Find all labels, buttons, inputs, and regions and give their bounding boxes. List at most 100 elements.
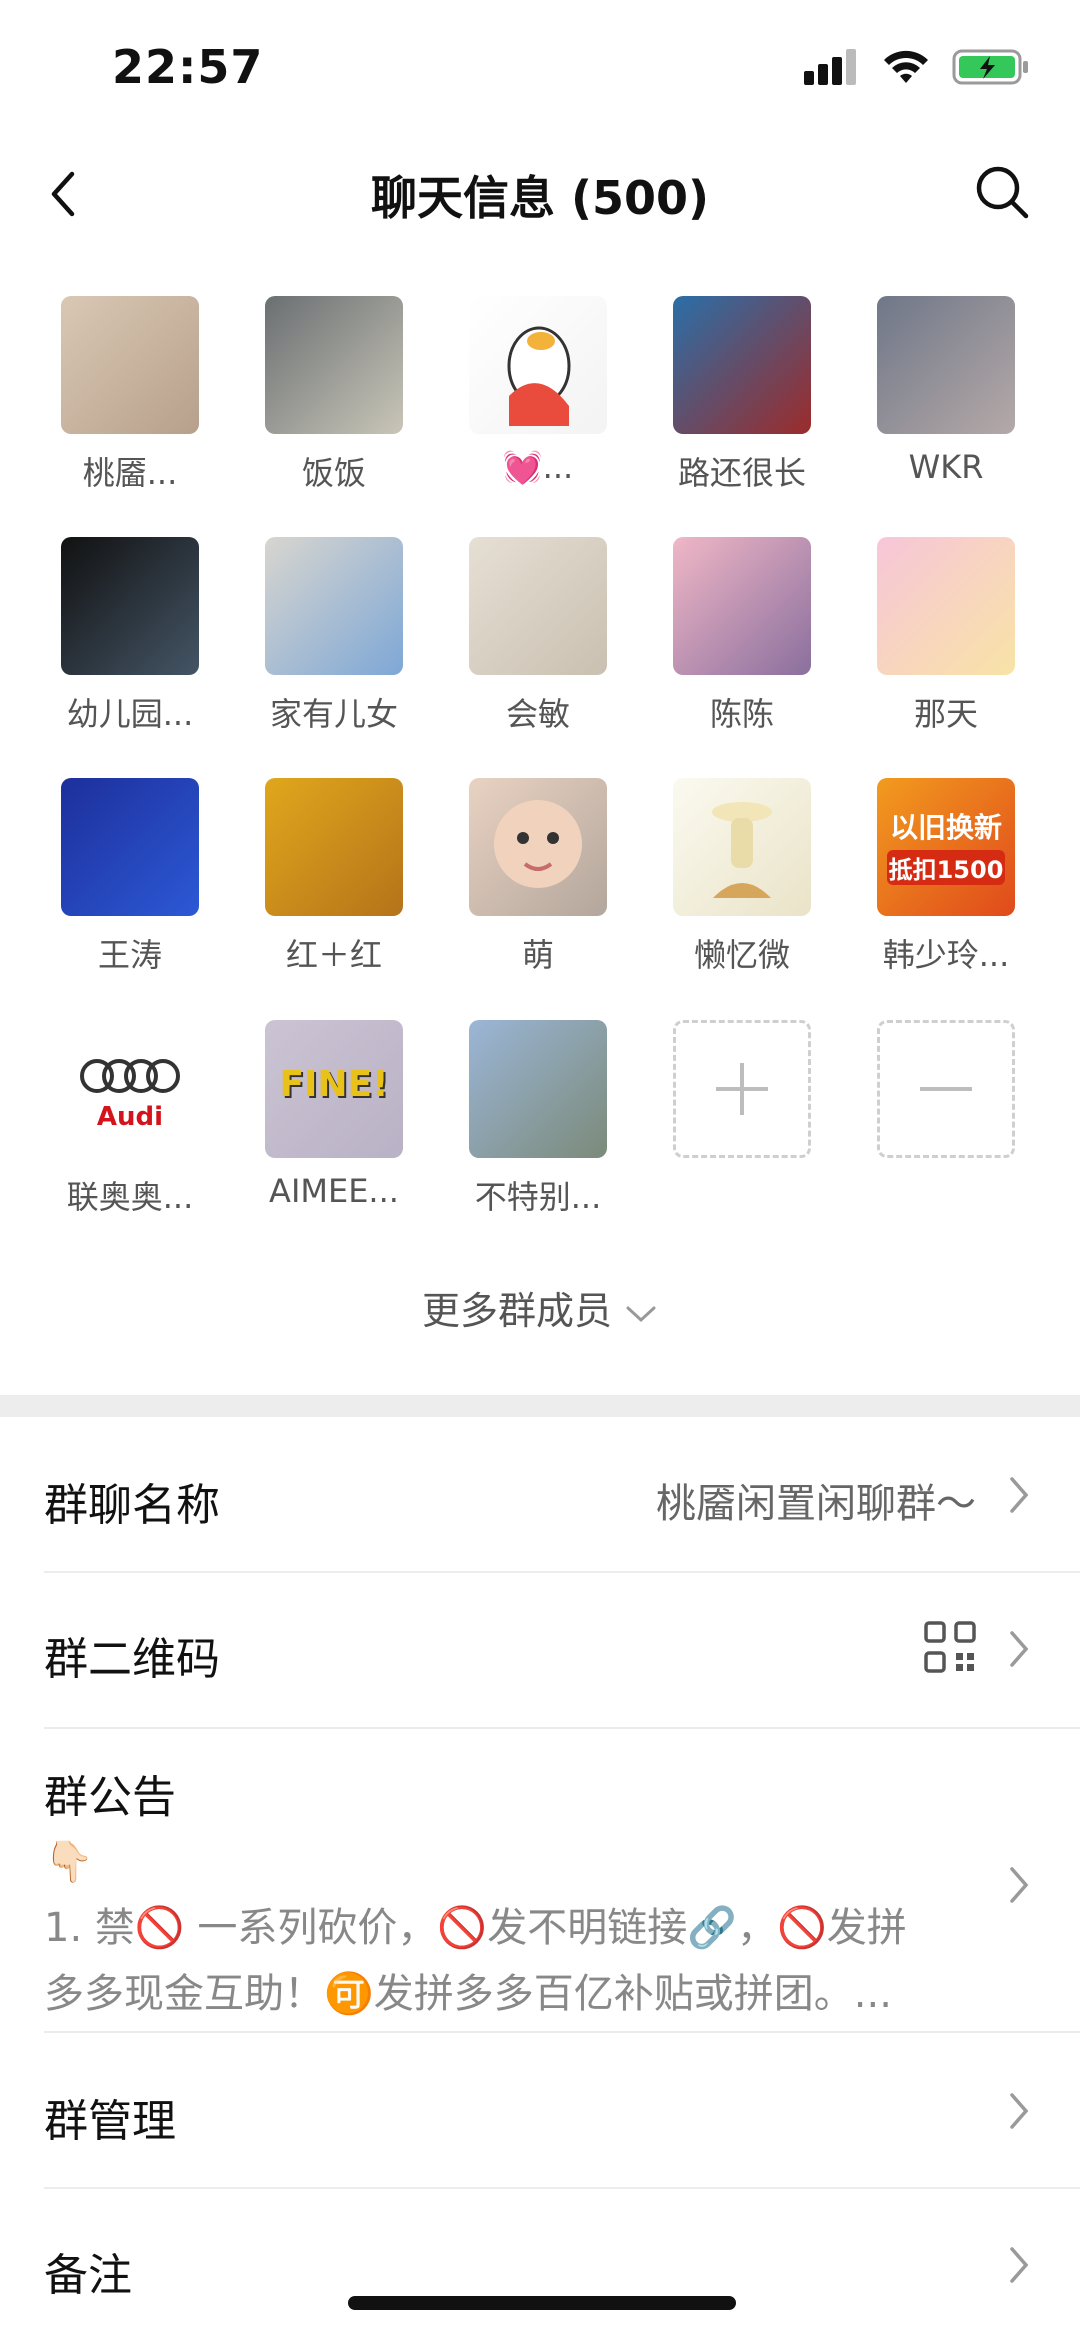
member-name: 幼儿园... xyxy=(66,695,194,733)
member-avatar[interactable] xyxy=(61,537,199,675)
member-name: 会敏 xyxy=(505,695,570,733)
member-item[interactable]: 幼儿园... xyxy=(40,537,220,735)
member-item[interactable]: 以旧换新抵扣1500 韩少玲... xyxy=(856,778,1036,976)
member-item[interactable]: 路还很长 xyxy=(652,296,832,494)
promo-title: 以旧换新 xyxy=(889,811,1002,844)
more-members-label: 更多群成员 xyxy=(421,1289,612,1333)
notice-line-1: 1. 禁🚫 一系列砍价，🚫发不明链接🔗，🚫发拼 xyxy=(44,1905,907,1951)
member-avatar[interactable] xyxy=(673,296,811,434)
qr-code-icon xyxy=(924,1621,976,1673)
notice-line-2: 多多现金互助！🉑发拼多多百亿补贴或拼团。... xyxy=(44,1971,892,2017)
group-name-row[interactable]: 群聊名称 桃靥闲置闲聊群～ xyxy=(0,1417,1080,1571)
member-name: 陈陈 xyxy=(709,695,774,733)
member-item[interactable]: 王涛 xyxy=(40,778,220,976)
group-notice-row[interactable]: 群公告 👇🏻 1. 禁🚫 一系列砍价，🚫发不明链接🔗，🚫发拼 多多现金互助！🉑发… xyxy=(0,1729,1080,2031)
member-avatar[interactable] xyxy=(673,778,811,916)
more-members-link[interactable]: 更多群成员 xyxy=(0,1280,1080,1335)
member-avatar[interactable] xyxy=(265,296,403,434)
group-notice-text: 👇🏻 1. 禁🚫 一系列砍价，🚫发不明链接🔗，🚫发拼 多多现金互助！🉑发拼多多百… xyxy=(44,1829,970,2027)
member-item[interactable]: 萌 xyxy=(448,778,628,976)
search-icon[interactable] xyxy=(972,162,1032,222)
member-name: 懒忆微 xyxy=(693,936,790,974)
chevron-right-icon xyxy=(1010,1477,1029,1513)
remove-member-tile[interactable] xyxy=(877,1020,1015,1158)
girl-drawing-icon xyxy=(712,802,772,898)
chevron-down-icon xyxy=(626,1306,656,1322)
member-name: 饭饭 xyxy=(301,454,366,492)
member-avatar[interactable] xyxy=(61,778,199,916)
group-qr-row[interactable]: 群二维码 xyxy=(0,1573,1080,1727)
status-time: 22:57 xyxy=(112,40,264,94)
member-avatar[interactable] xyxy=(265,778,403,916)
member-avatar[interactable]: FINE! xyxy=(265,1020,403,1158)
member-item[interactable]: 陈陈 xyxy=(652,537,832,735)
remark-label: 备注 xyxy=(44,2250,132,2301)
member-name: 联奥奥... xyxy=(66,1178,194,1216)
duck-sticker-icon xyxy=(507,326,571,426)
member-name: 💓... xyxy=(502,448,574,486)
member-item[interactable]: FINE! AIMEE... xyxy=(244,1020,424,1210)
member-avatar[interactable] xyxy=(673,537,811,675)
promo-subtitle: 抵扣1500 xyxy=(887,850,1005,885)
plus-icon xyxy=(716,1063,768,1115)
member-avatar[interactable] xyxy=(469,537,607,675)
member-name: 家有儿女 xyxy=(269,695,398,733)
add-member-button[interactable] xyxy=(652,1020,832,1158)
group-manage-row[interactable]: 群管理 xyxy=(0,2033,1080,2187)
group-name-label: 群聊名称 xyxy=(44,1480,220,1531)
member-item[interactable]: 💓... xyxy=(448,296,628,486)
group-qr-label: 群二维码 xyxy=(44,1634,220,1685)
member-name: AIMEE... xyxy=(269,1172,399,1210)
member-avatar[interactable] xyxy=(265,537,403,675)
chevron-right-icon xyxy=(1010,2093,1029,2129)
member-item[interactable]: 那天 xyxy=(856,537,1036,735)
page-title: 聊天信息 (500) xyxy=(370,171,710,225)
group-name-value: 桃靥闲置闲聊群～ xyxy=(656,1481,976,1527)
member-avatar[interactable] xyxy=(469,1020,607,1158)
member-name: 红＋红 xyxy=(285,936,382,974)
member-avatar[interactable] xyxy=(469,778,607,916)
chevron-right-icon xyxy=(1010,2247,1029,2283)
add-member-tile[interactable] xyxy=(673,1020,811,1158)
member-avatar[interactable]: 以旧换新抵扣1500 xyxy=(877,778,1015,916)
minus-icon xyxy=(920,1087,972,1091)
baby-photo-icon xyxy=(494,800,582,888)
audi-logo-text: Audi xyxy=(96,1102,164,1132)
battery-charging-icon xyxy=(952,49,1028,85)
member-name: 桃靥... xyxy=(82,454,178,492)
member-avatar[interactable] xyxy=(877,296,1015,434)
member-item[interactable]: 不特别... xyxy=(448,1020,628,1218)
member-item[interactable]: 饭饭 xyxy=(244,296,424,494)
member-item[interactable]: Audi 联奥奥... xyxy=(40,1020,220,1218)
member-item[interactable]: WKR xyxy=(856,296,1036,486)
remove-member-button[interactable] xyxy=(856,1020,1036,1158)
member-item[interactable]: 红＋红 xyxy=(244,778,424,976)
member-name: 路还很长 xyxy=(677,454,806,492)
notice-emoji: 👇🏻 xyxy=(44,1839,94,1885)
member-name: 王涛 xyxy=(97,936,162,974)
cellular-signal-icon xyxy=(804,49,856,85)
member-name: 萌 xyxy=(521,936,554,974)
audi-rings-icon xyxy=(80,1059,180,1093)
member-item[interactable]: 会敏 xyxy=(448,537,628,735)
group-manage-label: 群管理 xyxy=(44,2096,176,2147)
member-item[interactable]: 懒忆微 xyxy=(652,778,832,976)
status-icons xyxy=(804,48,1030,86)
remark-row[interactable]: 备注 xyxy=(0,2189,1080,2337)
group-notice-label: 群公告 xyxy=(44,1772,176,1823)
home-indicator xyxy=(348,2296,736,2310)
member-name: 不特别... xyxy=(474,1178,602,1216)
fine-sticker-text: FINE! xyxy=(279,1064,389,1105)
member-avatar[interactable]: Audi xyxy=(61,1020,199,1158)
member-item[interactable]: 桃靥... xyxy=(40,296,220,494)
member-name: WKR xyxy=(908,448,984,486)
member-name: 韩少玲... xyxy=(882,936,1010,974)
nav-bar: 聊天信息 (500) xyxy=(0,140,1080,248)
wifi-icon xyxy=(884,50,928,83)
member-avatar[interactable] xyxy=(61,296,199,434)
member-avatar[interactable] xyxy=(877,537,1015,675)
member-avatar[interactable] xyxy=(469,296,607,434)
chevron-right-icon xyxy=(1010,1631,1029,1667)
member-name: 那天 xyxy=(913,695,978,733)
member-item[interactable]: 家有儿女 xyxy=(244,537,424,735)
